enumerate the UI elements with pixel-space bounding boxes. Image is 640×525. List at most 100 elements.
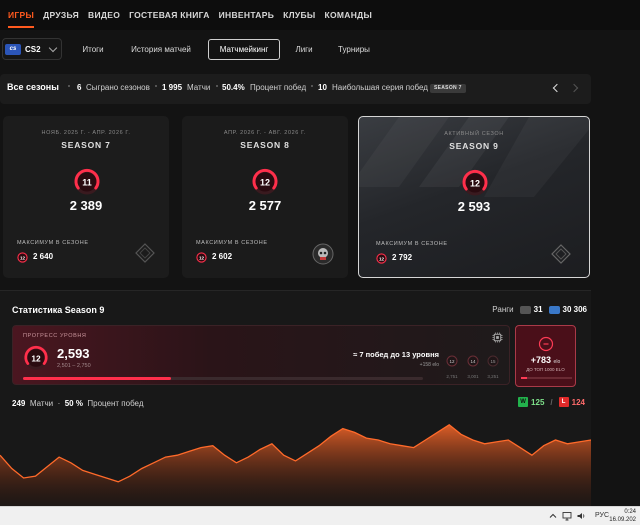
system-clock[interactable]: 0:24 16.09.202 bbox=[609, 508, 636, 524]
max-rank-icon: 12 bbox=[17, 252, 28, 263]
season-card-7[interactable]: НОЯБ. 2025 Г. - АПР. 2026 Г. SEASON 7 11… bbox=[3, 116, 169, 278]
elo-to-target: +783 elo bbox=[516, 355, 575, 365]
tab-matchmaking[interactable]: Матчмейкинг bbox=[208, 39, 280, 60]
game-logo-icon: cs bbox=[5, 43, 21, 55]
game-select[interactable]: cs CS2 bbox=[2, 38, 62, 60]
streak-label: Наибольшая серия побед bbox=[332, 83, 428, 92]
rank-badge-icon: 12 bbox=[462, 169, 488, 196]
current-elo: 2,593 bbox=[57, 346, 90, 361]
winrate-value: 50.4% bbox=[222, 83, 245, 92]
right-gutter bbox=[591, 30, 640, 506]
season-matches-summary: 249 Матчи · 50 % Процент побед bbox=[12, 399, 144, 408]
season-matches-value: 249 bbox=[12, 399, 26, 408]
clock-date: 16.09.202 bbox=[609, 517, 636, 523]
season-max-label: Максимум в сезоне bbox=[196, 240, 268, 246]
clock-time: 0:24 bbox=[624, 509, 636, 515]
elo-to-target-value: +783 bbox=[530, 355, 552, 365]
tab-leagues[interactable]: Лиги bbox=[288, 39, 320, 60]
tab-summary[interactable]: Итоги bbox=[70, 39, 116, 60]
level-progress-card: ПРОГРЕСС УРОВНЯ 12 2,593 2,501 – 2,750 ≈… bbox=[12, 325, 510, 385]
season-card-8[interactable]: АПР. 2026 Г. - АВГ. 2026 Г. SEASON 8 12 … bbox=[182, 116, 348, 278]
speaker-icon[interactable] bbox=[576, 511, 586, 521]
max-rank-value: 12 bbox=[20, 255, 26, 260]
mini-level-elo: 3,251 bbox=[487, 374, 499, 379]
max-rank-icon: 12 bbox=[196, 252, 207, 263]
mini-level-14: 14 3,001 bbox=[463, 354, 483, 379]
stats-title: Статистика Season 9 bbox=[12, 305, 105, 315]
region-rank-icon bbox=[519, 305, 531, 314]
prev-arrow-icon[interactable] bbox=[552, 83, 562, 93]
mini-level-icon: 14 bbox=[467, 355, 479, 367]
chevron-down-icon bbox=[48, 43, 58, 53]
progress-label: ПРОГРЕСС УРОВНЯ bbox=[23, 333, 87, 339]
nav-item-5[interactable]: КЛУБЫ bbox=[283, 0, 324, 30]
season-date: НОЯБ. 2025 Г. - АПР. 2026 Г. bbox=[41, 130, 131, 136]
wins-value: 125 bbox=[531, 397, 545, 407]
season-max-elo: 2 792 bbox=[392, 253, 413, 262]
chevron-up-icon[interactable] bbox=[548, 511, 558, 521]
nav-item-3[interactable]: ГОСТЕВАЯ КНИГА bbox=[129, 0, 219, 30]
elo-bonus: +158 elo bbox=[419, 362, 439, 368]
all-seasons-title: Все сезоны bbox=[7, 82, 59, 92]
elo-area bbox=[0, 424, 591, 507]
winrate-label: Процент побед bbox=[250, 83, 307, 92]
elo-history-chart[interactable] bbox=[0, 415, 591, 507]
season-winrate-label: Процент побед bbox=[87, 399, 144, 408]
rank-region-value: 31 bbox=[533, 305, 543, 314]
seasons-played-label: Сыграно сезонов bbox=[86, 83, 150, 92]
nav-item-4[interactable]: ИНВЕНТАРЬ bbox=[219, 0, 283, 30]
target-label: ДО ТОП 1000 ELO bbox=[526, 367, 565, 372]
wins-needed: ≈ 7 побед до 13 уровня bbox=[353, 350, 439, 359]
skull-emblem-icon bbox=[312, 243, 334, 265]
losses-icon: L bbox=[558, 397, 569, 407]
rank-global-value: 30 306 bbox=[562, 305, 587, 314]
ranks-label: Ранги bbox=[492, 305, 514, 314]
mini-level-value: 15 bbox=[490, 359, 496, 364]
season-name: SEASON 7 bbox=[61, 140, 111, 150]
season-elo: 2 389 bbox=[69, 198, 103, 213]
tab-tournaments[interactable]: Турниры bbox=[330, 39, 378, 60]
top-nav: ИГРЫ ДРУЗЬЯ ВИДЕО ГОСТЕВАЯ КНИГА ИНВЕНТАРЬ КЛ… bbox=[0, 0, 640, 30]
matches-label: Матчи bbox=[187, 83, 211, 92]
season-max-elo: 2 640 bbox=[33, 252, 54, 261]
season-max-label: Максимум в сезоне bbox=[376, 241, 448, 247]
tab-match-history[interactable]: История матчей bbox=[124, 39, 198, 60]
win-loss-summary: W 125 / L 124 bbox=[518, 397, 585, 407]
season-elo: 2 577 bbox=[248, 198, 282, 213]
season-name: SEASON 9 bbox=[449, 141, 499, 151]
nav-item-6[interactable]: КОМАНДЫ bbox=[324, 0, 381, 30]
max-rank-value: 12 bbox=[379, 256, 385, 261]
matches-value: 1 995 bbox=[162, 83, 183, 92]
elo-unit: elo bbox=[553, 359, 561, 365]
mini-level-15: 15 3,251 bbox=[483, 354, 503, 379]
nav-item-2[interactable]: ВИДЕО bbox=[88, 0, 129, 30]
season-winrate-value: 50 % bbox=[64, 399, 83, 408]
mini-level-elo: 2,751 bbox=[446, 374, 458, 379]
seasons-played-value: 6 bbox=[77, 83, 82, 92]
next-arrow-icon[interactable] bbox=[569, 83, 579, 93]
rank-value: 12 bbox=[260, 178, 270, 188]
chip-icon[interactable] bbox=[492, 332, 503, 343]
season-max-elo: 2 602 bbox=[212, 252, 233, 261]
mini-level-icon: 12 bbox=[446, 355, 458, 367]
season-max-label: Максимум в сезоне bbox=[17, 240, 89, 246]
level-value: 12 bbox=[31, 353, 41, 363]
season-elo: 2 593 bbox=[457, 199, 491, 214]
rank-badge-icon: 12 bbox=[252, 168, 278, 195]
season-date: АКТИВНЫЙ СЕЗОН bbox=[444, 131, 504, 137]
losses-value: 124 bbox=[571, 397, 585, 407]
language-indicator[interactable]: РУС bbox=[595, 512, 609, 519]
ranks-summary: Ранги 31 30 306 bbox=[492, 305, 587, 314]
max-rank-icon: 12 bbox=[376, 253, 387, 264]
season-matches-label: Матчи bbox=[29, 399, 54, 408]
streak-season-badge: SEASON 7 bbox=[430, 84, 466, 93]
monitor-icon[interactable] bbox=[562, 511, 572, 521]
nav-item-1[interactable]: ДРУЗЬЯ bbox=[43, 0, 88, 30]
season-card-9-active[interactable]: АКТИВНЫЙ СЕЗОН SEASON 9 12 2 593 Максиму… bbox=[358, 116, 590, 278]
next-target-card: +783 elo ДО ТОП 1000 ELO bbox=[515, 325, 576, 387]
max-rank-value: 12 bbox=[199, 255, 205, 260]
diamond-emblem-icon bbox=[135, 243, 155, 263]
nav-item-0[interactable]: ИГРЫ bbox=[8, 0, 43, 30]
diamond-emblem-icon bbox=[551, 244, 571, 264]
mini-level-12: 12 2,751 bbox=[442, 354, 462, 379]
